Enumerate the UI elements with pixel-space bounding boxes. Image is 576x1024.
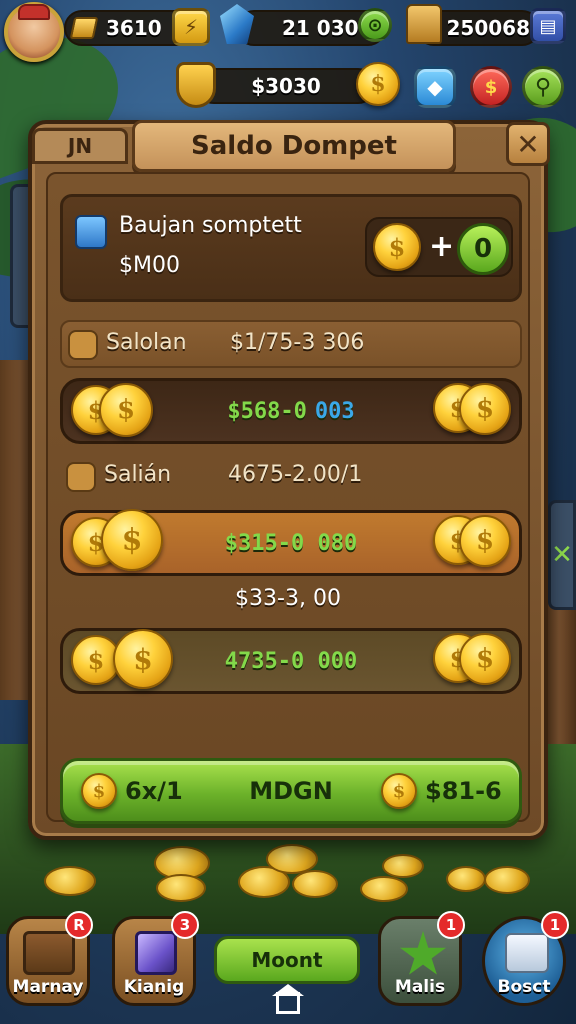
- balance-bar-3-value: 4735-0 000: [224, 648, 358, 674]
- coin-icon: $: [373, 223, 421, 271]
- coin-icon: $: [381, 773, 417, 809]
- balance-bar-2[interactable]: $ $ $315-0 080 $ $: [60, 509, 522, 576]
- gem-value: 21 030: [282, 16, 359, 40]
- close-button[interactable]: ✕: [506, 122, 550, 166]
- wallet-add-box[interactable]: $ + 0: [365, 217, 513, 277]
- coin-decoration: [484, 866, 530, 894]
- notification-badge: 1: [437, 911, 465, 939]
- balance-row-1-value: $1/75-3 306: [230, 330, 365, 355]
- chest-icon: [406, 4, 442, 44]
- coin-decoration: [44, 866, 96, 896]
- coin-decoration: [360, 876, 408, 902]
- shop-coin-icon[interactable]: $: [470, 66, 512, 108]
- dock-label: Moont: [251, 948, 323, 972]
- wallet-icon: [75, 215, 107, 249]
- coin-decoration: [156, 874, 206, 902]
- coin-icon: $: [459, 515, 511, 567]
- mail-icon[interactable]: ▤: [530, 8, 566, 44]
- avatar-hat: [18, 4, 50, 20]
- clock-icon: [68, 330, 98, 360]
- dock-label: Malis: [394, 977, 446, 997]
- cash-counter[interactable]: $3030: [196, 68, 376, 104]
- notification-badge: R: [65, 911, 93, 939]
- notification-badge: 1: [541, 911, 569, 939]
- search-icon[interactable]: ⚲: [522, 66, 564, 108]
- gold-bar-icon: [69, 17, 99, 39]
- balance-bar-1-value-b: 003: [314, 398, 355, 424]
- panel-title: Saldo Dompet: [191, 131, 397, 161]
- dock-item-moont[interactable]: Moont: [214, 936, 360, 984]
- clock-icon: [66, 462, 96, 492]
- confirm-button[interactable]: $ 6x/1 MDGN $ $81-6: [60, 758, 522, 824]
- coin-icon: $: [101, 509, 163, 571]
- box-icon: [505, 933, 549, 973]
- wallet-label: Baujan somptett: [119, 213, 302, 238]
- coin-decoration: [382, 854, 424, 878]
- balance-total: $33-3, 00: [235, 586, 341, 611]
- gold-value: 3610: [106, 16, 162, 40]
- balance-row-2-value: 4675-2.00/1: [228, 462, 363, 487]
- dock-item-bosct[interactable]: Bosct 1: [482, 911, 569, 1006]
- dock-label: Kianig: [123, 977, 185, 997]
- balance-row-1: Salolan $1/75-3 306: [60, 320, 522, 368]
- right-side-tab[interactable]: ✕: [548, 500, 576, 610]
- dock-item-marnay[interactable]: Marnay R: [6, 911, 93, 1006]
- coin-icon: $: [459, 383, 511, 435]
- gem-add-icon[interactable]: ⊙: [358, 8, 392, 42]
- book-icon: [23, 931, 75, 975]
- gem-box-icon: [135, 931, 177, 975]
- balance-bar-2-value: $315-0 080: [224, 530, 358, 556]
- map-icon[interactable]: ◆: [414, 66, 456, 108]
- wallet-card: Baujan somptett $M00 $ + 0: [60, 194, 522, 302]
- balance-bar-3[interactable]: $ $ 4735-0 000 $ $: [60, 628, 522, 694]
- panel-title-plate: Saldo Dompet: [132, 120, 456, 172]
- panel-tab[interactable]: JN: [32, 128, 128, 164]
- balance-row-2-label: Salián: [104, 462, 172, 487]
- player-avatar[interactable]: [4, 2, 64, 62]
- coin-icon: $: [356, 62, 400, 106]
- dock-item-malis[interactable]: Malis 1: [378, 911, 465, 1006]
- wallet-add-plus: +: [429, 229, 455, 264]
- home-icon-roof: [272, 984, 304, 996]
- balance-row-1-label: Salolan: [106, 330, 187, 355]
- gold-add-icon[interactable]: ⚡: [172, 8, 210, 46]
- balance-bar-1[interactable]: $ $ $568-0 003 $ $: [60, 378, 522, 444]
- coin-icon: $: [99, 383, 153, 437]
- coin-icon: $: [113, 629, 173, 689]
- balance-bar-1-value-a: $568-0: [227, 398, 307, 424]
- close-icon: ✕: [516, 127, 540, 161]
- notification-badge: 3: [171, 911, 199, 939]
- confirm-button-right-text: $81-6: [425, 777, 502, 805]
- coin-decoration: [292, 870, 338, 898]
- coin-icon: $: [459, 633, 511, 685]
- coin-decoration: [446, 866, 486, 892]
- star-icon: [399, 931, 447, 975]
- wallet-amount: $M00: [119, 253, 180, 278]
- wallet-add-button[interactable]: 0: [457, 223, 509, 275]
- ticket-value: 250068: [446, 16, 531, 40]
- cash-value: $3030: [251, 74, 321, 98]
- dock-item-kianig[interactable]: Kianig 3: [112, 911, 199, 1006]
- dock-label: Bosct: [497, 977, 551, 997]
- wallet-panel: JN Saldo Dompet ✕ Baujan somptett $M00 $…: [28, 120, 550, 840]
- balance-row-2: Salián 4675-2.00/1: [60, 454, 522, 502]
- wallet-add-value: 0: [473, 234, 493, 264]
- dock-label: Marnay: [12, 977, 84, 997]
- shield-icon: [176, 62, 216, 108]
